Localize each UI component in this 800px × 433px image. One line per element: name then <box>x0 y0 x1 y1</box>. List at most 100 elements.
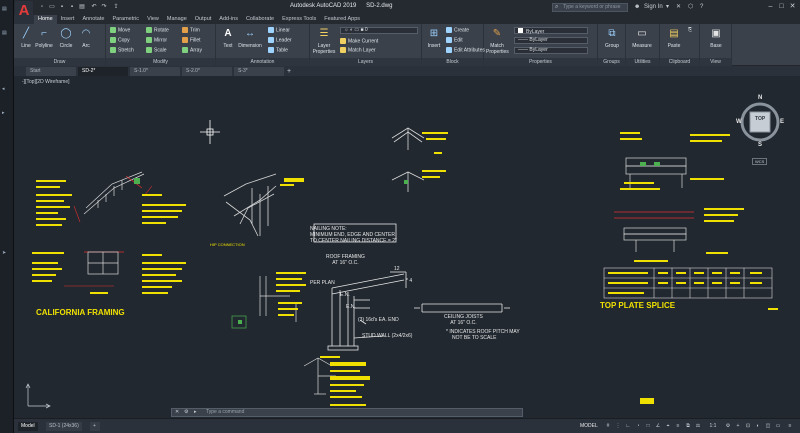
redo-icon[interactable]: ↷ <box>100 3 108 12</box>
measure-button[interactable]: ▭ Measure <box>632 27 652 49</box>
color-dropdown[interactable]: ByLayer <box>514 27 588 35</box>
tab-parametric[interactable]: Parametric <box>108 15 143 24</box>
edit-block-button[interactable]: Edit <box>446 37 463 44</box>
share-icon[interactable]: ⇪ <box>112 3 120 12</box>
properties-panel-title[interactable]: Properties <box>484 58 597 66</box>
move-button[interactable]: Move <box>110 27 130 34</box>
open-file-icon[interactable]: ▭ <box>48 3 56 12</box>
doc-tab-s-3[interactable]: S-3* <box>234 67 284 76</box>
create-block-button[interactable]: Create <box>446 27 469 34</box>
osnap-icon[interactable]: □ <box>644 422 652 431</box>
doc-tab-s-2[interactable]: S-2.0* <box>182 67 232 76</box>
clipboard-panel-title[interactable]: Clipboard <box>660 58 699 66</box>
text-button[interactable]: A Text <box>218 27 238 49</box>
search-input[interactable]: ⌕ Type a keyword or phrase <box>552 3 628 12</box>
wcs-menu[interactable]: WCS <box>752 158 768 165</box>
layout-tab-sd-1[interactable]: SD-1 (24x36) <box>46 422 82 431</box>
app-store-icon[interactable]: ✕ <box>676 3 681 12</box>
units-icon[interactable]: ⊡ <box>744 422 752 431</box>
maximize-icon[interactable]: □ <box>776 2 787 12</box>
recent-commands-icon[interactable]: ▸ <box>194 409 197 416</box>
base-button[interactable]: ▣ Base <box>706 27 726 49</box>
viewport-controls[interactable]: -][Top][2D Wireframe] <box>22 79 70 85</box>
copy-clip-icon[interactable]: ⎘ <box>688 27 692 34</box>
tab-insert[interactable]: Insert <box>57 15 79 24</box>
viewcube-face[interactable] <box>749 111 771 133</box>
line-button[interactable]: ╱ Line <box>16 27 36 49</box>
otrack-icon[interactable]: ∠ <box>654 422 662 431</box>
match-properties-button[interactable]: ✎ Match Properties <box>486 27 509 55</box>
connect-icon[interactable]: ⬡ <box>688 3 693 12</box>
save-as-icon[interactable]: ▪ <box>68 3 76 12</box>
desktop-icon[interactable]: ▤ <box>2 6 12 12</box>
save-icon[interactable]: ▪ <box>58 3 66 12</box>
polyline-button[interactable]: ⌐ Polyline <box>34 27 54 49</box>
help-icon[interactable]: ? <box>700 3 703 12</box>
layer-dropdown[interactable]: ☼ ◐ ▭ ■ 0 <box>340 27 418 34</box>
groups-panel-title[interactable]: Groups <box>598 58 625 66</box>
hardware-acceleration-icon[interactable]: ◫ <box>764 422 772 431</box>
desktop-icon[interactable]: ▸ <box>2 110 12 116</box>
new-file-icon[interactable]: ▫ <box>38 3 46 12</box>
polar-icon[interactable]: ◔ <box>634 422 642 431</box>
model-space-toggle[interactable]: MODEL <box>580 422 598 431</box>
tab-annotate[interactable]: Annotate <box>78 15 108 24</box>
plus-icon[interactable]: + <box>734 422 742 431</box>
command-line-input[interactable]: ✕ ⚙ ▸ Type a command <box>171 408 523 417</box>
workspace-gear-icon[interactable]: ⚙ <box>724 422 732 431</box>
dimension-button[interactable]: ↔ Dimension <box>238 27 262 49</box>
layer-properties-button[interactable]: ☰ Layer Properties <box>312 27 336 55</box>
chevron-down-icon[interactable]: ▾ <box>666 3 669 12</box>
utilities-panel-title[interactable]: Utilities <box>626 58 659 66</box>
customize-icon[interactable]: ⚙ <box>184 409 188 416</box>
table-button[interactable]: Table <box>268 47 288 54</box>
view-panel-title[interactable]: View <box>700 58 731 66</box>
stretch-button[interactable]: Stretch <box>110 47 134 54</box>
doc-tab-sd-2[interactable]: SD-2* <box>78 67 128 76</box>
lineweight-dropdown[interactable]: —— ByLayer <box>514 37 588 44</box>
group-button[interactable]: ⧉ Group <box>602 27 622 49</box>
block-panel-title[interactable]: Block <box>422 58 483 66</box>
circle-button[interactable]: ◯ Circle <box>56 27 76 49</box>
doc-tab-s-1[interactable]: S-1.0* <box>130 67 180 76</box>
linetype-dropdown[interactable]: —— ByLayer <box>514 47 588 54</box>
array-button[interactable]: Array <box>182 47 202 54</box>
viewcube-top-label[interactable]: TOP <box>755 116 765 122</box>
annotation-scale-icon[interactable]: ⚖ <box>694 422 702 431</box>
edit-attributes-button[interactable]: Edit Attributes <box>446 47 485 54</box>
snap-icon[interactable]: ⋮ <box>614 422 622 431</box>
linear-button[interactable]: Linear <box>268 27 290 34</box>
match-layer-button[interactable]: Match Layer <box>340 47 376 54</box>
tab-manage[interactable]: Manage <box>163 15 191 24</box>
selection-cycling-icon[interactable]: ⧉ <box>684 422 692 431</box>
tab-express-tools[interactable]: Express Tools <box>278 15 320 24</box>
tab-view[interactable]: View <box>143 15 163 24</box>
undo-icon[interactable]: ↶ <box>90 3 98 12</box>
grid-icon[interactable]: # <box>604 422 612 431</box>
customization-menu-icon[interactable]: ≡ <box>786 422 794 431</box>
insert-button[interactable]: ⊞ Insert <box>424 27 444 49</box>
modify-panel-title[interactable]: Modify <box>106 58 215 66</box>
application-menu-button[interactable]: A <box>15 1 33 23</box>
tab-home[interactable]: Home <box>34 15 57 24</box>
isodraft-icon[interactable]: ⌖ <box>664 422 672 431</box>
doc-tab-start[interactable]: Start <box>26 67 76 76</box>
tab-featured-apps[interactable]: Featured Apps <box>320 15 364 24</box>
paste-button[interactable]: ▤ Paste <box>664 27 684 49</box>
drawing-canvas[interactable]: -][Top][2D Wireframe] TOP N S E W WCS NA… <box>14 76 800 418</box>
tab-add-ins[interactable]: Add-ins <box>215 15 242 24</box>
annotation-panel-title[interactable]: Annotation <box>216 58 309 66</box>
isolate-icon[interactable]: ◐ <box>754 422 762 431</box>
ortho-icon[interactable]: ∟ <box>624 422 632 431</box>
leader-button[interactable]: Leader <box>268 37 292 44</box>
user-icon[interactable]: ☻ <box>634 3 640 12</box>
desktop-icon[interactable]: ◂ <box>2 86 12 92</box>
close-icon[interactable]: ✕ <box>787 2 798 12</box>
rotate-button[interactable]: Rotate <box>146 27 169 34</box>
clean-screen-icon[interactable]: ▭ <box>774 422 782 431</box>
layers-panel-title[interactable]: Layers <box>310 58 421 66</box>
desktop-icon[interactable]: ▤ <box>2 30 12 36</box>
make-current-button[interactable]: Make Current <box>340 38 378 45</box>
trim-button[interactable]: Trim <box>182 27 200 34</box>
minimize-icon[interactable]: – <box>765 2 776 12</box>
